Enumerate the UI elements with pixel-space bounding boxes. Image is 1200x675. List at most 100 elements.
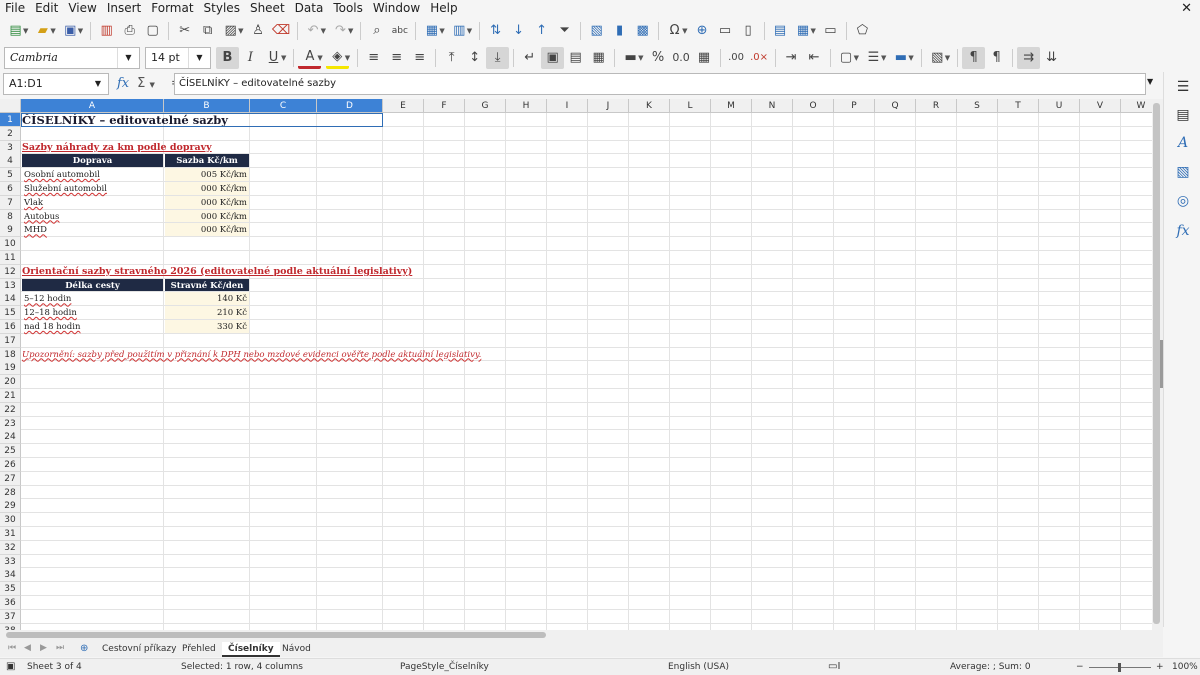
save-dropdown-icon[interactable]: ▼ <box>78 27 83 35</box>
row-header[interactable]: 25 <box>0 444 21 459</box>
clone-formatting-icon[interactable]: ♙ <box>247 20 270 42</box>
left-to-right-icon[interactable]: ¶ <box>962 46 986 69</box>
column-header[interactable]: R <box>916 99 957 113</box>
row-header[interactable]: 20 <box>0 375 21 390</box>
align-middle-icon[interactable]: ↕ <box>463 47 486 69</box>
underline-dropdown-icon[interactable]: ▼ <box>281 54 286 62</box>
functions-icon[interactable]: fx <box>1172 220 1194 242</box>
row-header[interactable]: 19 <box>0 361 21 376</box>
define-print-area-icon[interactable]: ▤ <box>769 20 792 42</box>
background-color-dropdown-icon[interactable]: ▼ <box>345 54 350 62</box>
horizontal-scrollbar[interactable] <box>6 632 1151 638</box>
formula-input[interactable]: ČÍSELNÍKY – editovatelné sazby <box>174 73 1146 95</box>
text-vertical-icon[interactable]: ⇊ <box>1040 47 1063 69</box>
open-dropdown-icon[interactable]: ▼ <box>50 27 55 35</box>
comment-icon[interactable]: ▭ <box>714 20 737 42</box>
column-header[interactable]: A <box>21 99 164 113</box>
hyperlink-icon[interactable]: ⊕ <box>691 20 714 42</box>
insert-chart-icon[interactable]: ▮ <box>608 20 631 42</box>
row-header[interactable]: 14 <box>0 292 21 307</box>
rate-cell[interactable]: 000 Kč/km <box>165 223 249 237</box>
function-wizard-icon[interactable]: fx <box>117 76 129 91</box>
menu-sheet[interactable]: Sheet <box>245 0 290 17</box>
find-replace-icon[interactable]: ⌕ <box>365 20 388 42</box>
borders-dropdown-icon[interactable]: ▼ <box>854 54 859 62</box>
table-header-cell[interactable]: Doprava <box>22 154 163 168</box>
row-header[interactable]: 23 <box>0 416 21 431</box>
menu-insert[interactable]: Insert <box>102 0 146 17</box>
row-header[interactable]: 36 <box>0 596 21 610</box>
row-header[interactable]: 29 <box>0 499 21 514</box>
table-cell[interactable]: nad 18 hodin <box>22 320 163 333</box>
row-header[interactable]: 24 <box>0 430 21 445</box>
row-header[interactable]: 17 <box>0 333 21 348</box>
row-header[interactable]: 3 <box>0 140 21 155</box>
menu-edit[interactable]: Edit <box>30 0 63 17</box>
language-status[interactable]: English (USA) <box>668 659 729 675</box>
menu-tools[interactable]: Tools <box>328 0 368 17</box>
unmerge-cells-icon[interactable]: ▦ <box>587 47 610 69</box>
menu-styles[interactable]: Styles <box>199 0 245 17</box>
column-header[interactable]: M <box>711 99 752 113</box>
row-header[interactable]: 31 <box>0 527 21 541</box>
table-header-cell[interactable]: Stravné Kč/den <box>165 278 249 292</box>
new-dropdown-icon[interactable]: ▼ <box>23 27 28 35</box>
menu-help[interactable]: Help <box>425 0 462 17</box>
column-header[interactable]: J <box>588 99 629 113</box>
row-header[interactable]: 35 <box>0 582 21 597</box>
column-header[interactable]: T <box>998 99 1039 113</box>
right-to-left-icon[interactable]: ¶ <box>985 47 1008 69</box>
font-color-dropdown-icon[interactable]: ▼ <box>317 54 322 62</box>
vertical-scroll-thumb[interactable] <box>1153 103 1160 624</box>
sheet-title-cell[interactable]: ČÍSELNÍKY – editovatelné sazby <box>22 113 382 127</box>
spreadsheet-grid[interactable]: A B C D E F G H I J K L M N O P Q R S T U V W 1 2 3 4 5 6 7 8 9 10 11 12 13… <box>0 99 1152 630</box>
rate-cell[interactable]: 000 Kč/km <box>165 195 249 209</box>
undo-dropdown-icon[interactable]: ▼ <box>321 27 326 35</box>
show-draw-functions-icon[interactable]: ⬠ <box>851 20 874 42</box>
column-header[interactable]: S <box>957 99 998 113</box>
row-header[interactable]: 2 <box>0 126 21 141</box>
table-header-cell[interactable]: Délka cesty <box>22 278 163 292</box>
chevron-down-icon[interactable]: ▼ <box>188 47 210 68</box>
table-cell[interactable]: MHD <box>22 223 163 236</box>
table-cell[interactable]: Autobus <box>22 210 163 223</box>
merge-cells-icon[interactable]: ▤ <box>564 47 587 69</box>
paste-dropdown-icon[interactable]: ▼ <box>238 27 243 35</box>
zoom-level[interactable]: 100% <box>1172 659 1198 675</box>
font-name-combo[interactable]: Cambria ▼ <box>4 46 140 69</box>
menu-view[interactable]: View <box>63 0 101 17</box>
sheet-indicator[interactable]: Sheet 3 of 4 <box>27 659 82 675</box>
page-style[interactable]: PageStyle_Číselníky <box>400 659 489 675</box>
conditional-format-dropdown-icon[interactable]: ▼ <box>945 54 950 62</box>
bold-icon[interactable]: B <box>216 46 239 69</box>
headers-footers-icon[interactable]: ▯ <box>737 20 760 42</box>
chevron-down-icon[interactable]: ▼ <box>88 74 108 94</box>
column-header[interactable]: C <box>250 99 317 113</box>
sidebar-menu-icon[interactable]: ☰ <box>1172 76 1194 98</box>
column-header[interactable]: W <box>1121 99 1152 113</box>
align-center-icon[interactable]: ≡ <box>385 47 408 69</box>
print-icon[interactable]: ⎙ <box>118 20 141 42</box>
row-header[interactable]: 34 <box>0 568 21 583</box>
row-header[interactable]: 21 <box>0 389 21 403</box>
row-header[interactable]: 16 <box>0 320 21 334</box>
row-header[interactable]: 5 <box>0 168 21 183</box>
text-horizontal-icon[interactable]: ⇉ <box>1017 46 1041 69</box>
percent-format-icon[interactable]: % <box>647 47 670 69</box>
freeze-dropdown-icon[interactable]: ▼ <box>811 27 816 35</box>
delete-decimal-icon[interactable]: .0× <box>748 47 771 69</box>
add-decimal-icon[interactable]: .00 <box>725 47 748 69</box>
align-left-icon[interactable]: ≡ <box>362 47 385 69</box>
selection-mode-icon[interactable]: ▭I <box>828 659 840 675</box>
rate-cell[interactable]: 330 Kč <box>165 320 249 333</box>
table-cell[interactable]: 12–18 hodin <box>22 306 163 319</box>
column-header[interactable]: U <box>1039 99 1080 113</box>
rate-cell[interactable]: 000 Kč/km <box>165 209 249 223</box>
chevron-down-icon[interactable]: ▼ <box>117 47 139 68</box>
row-header[interactable]: 8 <box>0 209 21 224</box>
column-header[interactable]: O <box>793 99 834 113</box>
row-header[interactable]: 22 <box>0 402 21 417</box>
menu-data[interactable]: Data <box>290 0 329 17</box>
pivot-table-icon[interactable]: ▩ <box>631 20 654 42</box>
column-dropdown-icon[interactable]: ▼ <box>467 27 472 35</box>
